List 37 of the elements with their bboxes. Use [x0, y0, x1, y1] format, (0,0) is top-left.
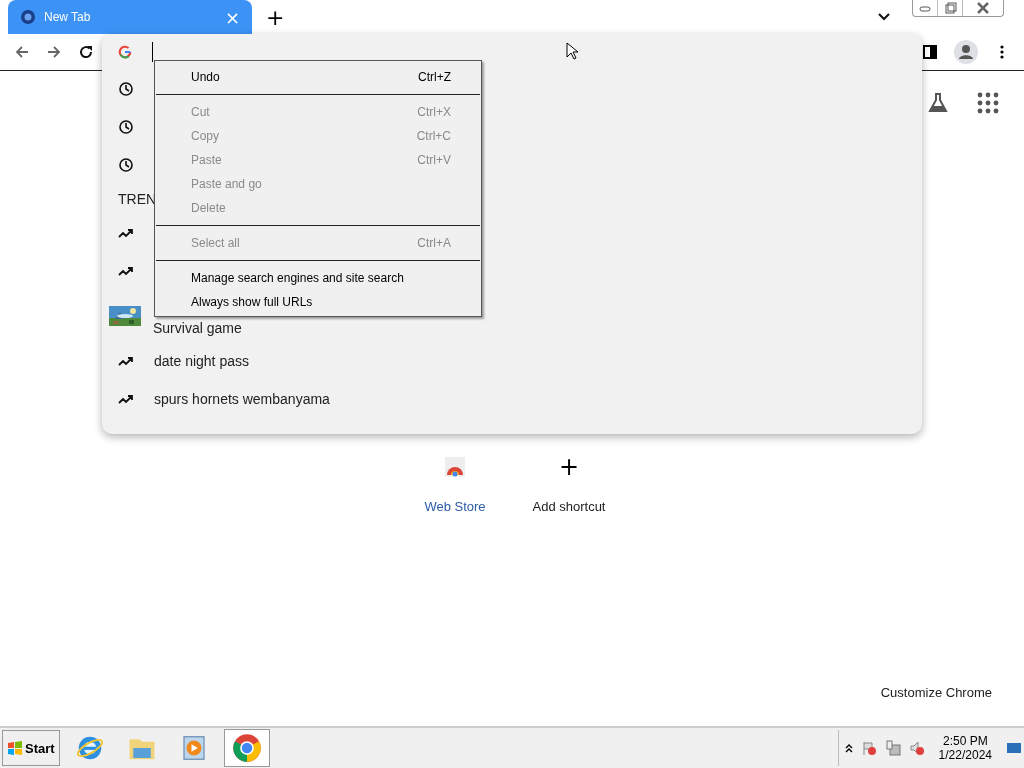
show-desktop-icon[interactable]	[1006, 740, 1022, 756]
chevron-down-icon[interactable]	[878, 13, 890, 21]
clock-icon[interactable]	[118, 157, 134, 173]
suggestion-text[interactable]: date night pass	[154, 353, 249, 369]
customize-chrome-button[interactable]: Customize Chrome	[880, 685, 992, 700]
menu-item[interactable]: Undo Ctrl+Z	[155, 65, 481, 89]
clock[interactable]: 2:50 PM 1/22/2024	[932, 734, 998, 762]
menu-item[interactable]: Always show full URLs	[155, 290, 481, 314]
flask-icon[interactable]	[926, 91, 950, 115]
suggestion-text[interactable]: spurs hornets wembanyama	[154, 391, 330, 407]
side-panel-icon[interactable]	[922, 44, 938, 60]
forward-icon[interactable]	[46, 44, 62, 60]
google-icon	[118, 45, 132, 59]
back-icon[interactable]	[14, 44, 30, 60]
network-icon[interactable]	[884, 740, 901, 756]
mouse-cursor-icon	[566, 42, 578, 60]
shortcut-label[interactable]: Add shortcut	[532, 499, 606, 514]
plus-icon[interactable]: +	[557, 455, 581, 479]
chrome-icon	[231, 733, 262, 763]
profile-avatar-icon[interactable]	[954, 40, 978, 64]
clock-icon[interactable]	[118, 119, 134, 135]
speaker-muted-icon[interactable]	[908, 740, 925, 756]
show-hidden-icons-icon[interactable]	[844, 743, 853, 753]
menu-item[interactable]: Manage search engines and site search	[155, 266, 481, 290]
start-button[interactable]: Start	[2, 730, 60, 766]
windows-logo-icon	[7, 740, 23, 756]
flag-error-icon[interactable]	[860, 740, 877, 756]
suggestion-subtitle[interactable]: Survival game	[153, 320, 242, 336]
reload-icon[interactable]	[78, 44, 94, 60]
taskbar-app[interactable]	[223, 729, 270, 767]
apps-grid-icon[interactable]	[976, 91, 1000, 115]
new-tab-button[interactable]: +	[266, 4, 285, 30]
tab-title: New Tab	[44, 10, 92, 24]
shortcut-label[interactable]: Web Store	[424, 499, 486, 514]
chrome-icon	[20, 9, 36, 25]
web-store-icon[interactable]	[443, 455, 467, 479]
clock-icon[interactable]	[118, 81, 134, 97]
